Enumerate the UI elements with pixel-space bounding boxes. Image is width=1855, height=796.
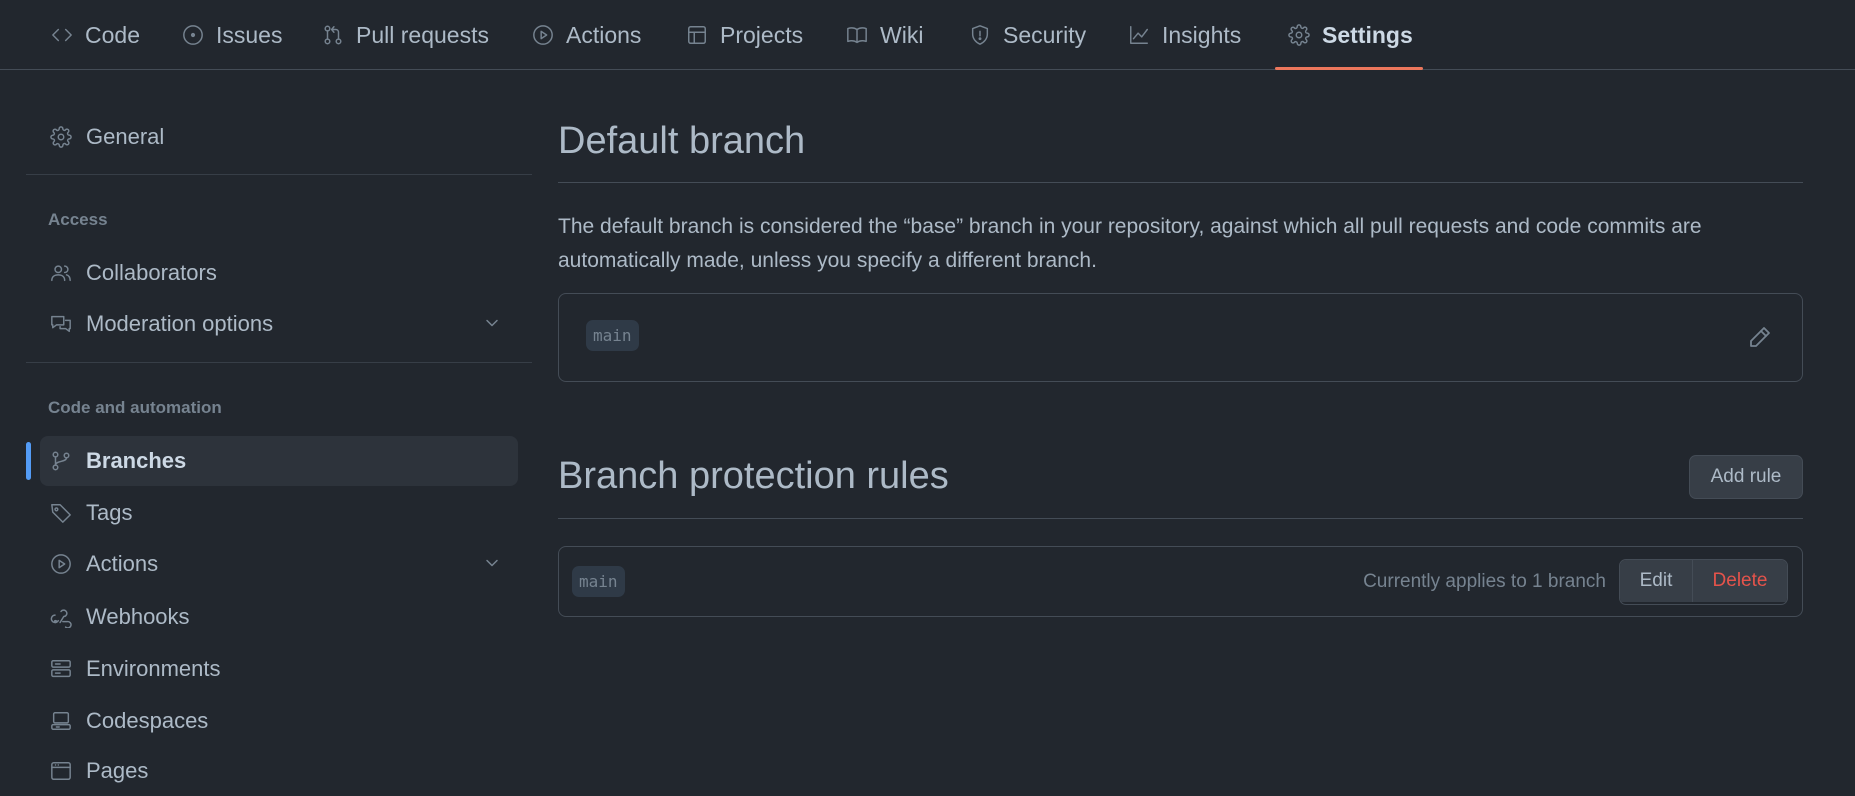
sidebar-item-tags[interactable]: Tags xyxy=(40,488,518,538)
sidebar-item-label: Environments xyxy=(86,656,221,681)
add-rule-button[interactable]: Add rule xyxy=(1689,455,1803,499)
sidebar-item-label: Pages xyxy=(86,758,149,783)
tab-label: Wiki xyxy=(880,21,924,48)
chevron-down-icon[interactable] xyxy=(482,553,502,573)
tab-label: Actions xyxy=(566,21,642,48)
book-icon xyxy=(846,24,868,46)
delete-rule-button[interactable]: Delete xyxy=(1693,560,1787,602)
tab-label: Pull requests xyxy=(356,21,489,48)
play-icon xyxy=(532,24,554,46)
sidebar-divider xyxy=(26,174,532,175)
settings-main: Default branch The default branch is con… xyxy=(558,70,1803,777)
sidebar-item-general[interactable]: General xyxy=(40,112,518,162)
gear-icon xyxy=(1288,24,1310,46)
graph-icon xyxy=(1128,24,1150,46)
codespaces-icon xyxy=(50,710,72,732)
tab-label: Projects xyxy=(720,21,804,48)
tab-issues[interactable]: Issues xyxy=(182,0,282,70)
shield-icon xyxy=(969,24,991,46)
sidebar-item-environments[interactable]: Environments xyxy=(40,644,518,694)
pencil-icon[interactable] xyxy=(1748,325,1772,349)
sidebar-item-label: Tags xyxy=(86,500,133,525)
sidebar-item-label: Codespaces xyxy=(86,708,209,733)
active-item-marker xyxy=(26,442,31,480)
tab-projects[interactable]: Projects xyxy=(686,0,803,70)
section-divider xyxy=(558,518,1803,519)
table-icon xyxy=(686,24,708,46)
sidebar-item-webhooks[interactable]: Webhooks xyxy=(40,592,518,642)
tab-label: Settings xyxy=(1322,21,1413,48)
tab-label: Code xyxy=(85,21,140,48)
tab-code[interactable]: Code xyxy=(51,0,140,70)
sidebar-item-branches[interactable]: Branches xyxy=(40,436,518,486)
settings-sidebar: General Access Collaborators Moderation … xyxy=(0,70,540,783)
default-branch-title: Default branch xyxy=(558,120,806,162)
tab-actions[interactable]: Actions xyxy=(532,0,641,70)
sidebar-item-label: Branches xyxy=(86,448,187,473)
browser-icon xyxy=(50,760,72,782)
sidebar-item-label: General xyxy=(86,124,165,149)
sidebar-item-pages[interactable]: Pages xyxy=(40,746,518,796)
play-icon xyxy=(50,553,72,575)
tab-security[interactable]: Security xyxy=(969,0,1086,70)
tab-pull-requests[interactable]: Pull requests xyxy=(322,0,489,70)
default-branch-description: The default branch is considered the “ba… xyxy=(558,215,1702,272)
sidebar-item-label: Collaborators xyxy=(86,260,217,285)
sidebar-heading-code-automation: Code and automation xyxy=(48,398,222,417)
sidebar-divider xyxy=(26,362,532,363)
webhook-icon xyxy=(50,606,72,628)
people-icon xyxy=(50,262,72,284)
rule-action-buttons: Edit Delete xyxy=(1619,559,1788,605)
protection-rule-row: main Currently applies to 1 branch Edit … xyxy=(558,546,1803,617)
tab-label: Insights xyxy=(1162,21,1242,48)
edit-rule-button[interactable]: Edit xyxy=(1620,560,1693,602)
issue-opened-icon xyxy=(182,24,204,46)
comment-discussion-icon xyxy=(50,313,72,335)
branch-protection-title: Branch protection rules xyxy=(558,455,949,497)
tag-icon xyxy=(50,502,72,524)
tab-insights[interactable]: Insights xyxy=(1128,0,1241,70)
tab-wiki[interactable]: Wiki xyxy=(846,0,923,70)
sidebar-item-codespaces[interactable]: Codespaces xyxy=(40,696,518,746)
tab-settings[interactable]: Settings xyxy=(1288,0,1413,70)
default-branch-name: main xyxy=(586,320,639,351)
sidebar-item-actions[interactable]: Actions xyxy=(40,539,518,589)
gear-icon xyxy=(50,126,72,148)
sidebar-item-collaborators[interactable]: Collaborators xyxy=(40,248,518,298)
sidebar-item-label: Moderation options xyxy=(86,311,274,336)
section-divider xyxy=(558,182,1803,183)
sidebar-item-label: Webhooks xyxy=(86,604,190,629)
chevron-down-icon[interactable] xyxy=(482,313,502,333)
sidebar-heading-access: Access xyxy=(48,210,108,229)
rule-branch-name: main xyxy=(572,566,625,597)
default-branch-box: main xyxy=(558,293,1803,382)
git-pull-request-icon xyxy=(322,24,344,46)
sidebar-item-label: Actions xyxy=(86,551,159,576)
sidebar-item-moderation-options[interactable]: Moderation options xyxy=(40,299,518,349)
tab-label: Security xyxy=(1003,21,1087,48)
code-icon xyxy=(51,24,73,46)
server-icon xyxy=(50,658,72,680)
repo-tab-bar: Code Issues Pull requests Actions Projec… xyxy=(0,0,1855,70)
rule-applies-text: Currently applies to 1 branch xyxy=(1363,571,1606,592)
tab-label: Issues xyxy=(216,21,283,48)
git-branch-icon xyxy=(50,450,72,472)
